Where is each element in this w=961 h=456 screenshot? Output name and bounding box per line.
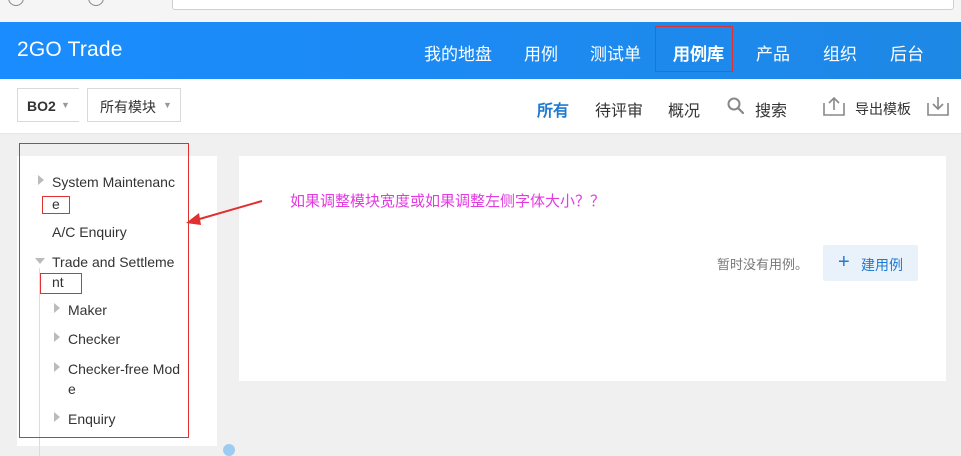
chevron-down-icon: ▼	[163, 100, 172, 110]
sub-toolbar: BO2 ▼ 所有模块 ▼ 所有 待评审 概况 搜索 导出模板	[0, 79, 961, 134]
scroll-dot-icon	[223, 444, 235, 456]
address-bar[interactable]	[172, 0, 954, 10]
filter-overview[interactable]: 概况	[668, 97, 700, 121]
annotation-text: 如果调整模块宽度或如果调整左侧字体大小？？	[290, 193, 606, 210]
annotation-box-wrap	[40, 273, 82, 294]
create-case-label: 建用例	[861, 257, 903, 273]
annotation-box-wrap	[42, 196, 70, 214]
nav-cases[interactable]: 用例	[524, 40, 558, 65]
download-icon[interactable]	[927, 96, 949, 116]
create-case-button[interactable]: + 建用例	[823, 245, 918, 281]
plus-icon: +	[838, 251, 850, 273]
chevron-down-icon: ▼	[61, 100, 70, 110]
nav-my-dashboard[interactable]: 我的地盘	[424, 40, 492, 65]
nav-product[interactable]: 产品	[756, 40, 790, 65]
brand-logo[interactable]: 2GO Trade	[17, 38, 123, 62]
module-selector[interactable]: 所有模块 ▼	[87, 88, 181, 122]
export-icon[interactable]	[823, 96, 845, 116]
library-selector[interactable]: BO2 ▼	[17, 88, 79, 122]
top-navbar: 2GO Trade 我的地盘 用例 测试单 用例库 产品 组织 后台	[0, 22, 961, 79]
filter-all[interactable]: 所有	[537, 97, 569, 121]
library-name: BO2	[27, 98, 56, 114]
refresh-icon[interactable]	[88, 0, 104, 6]
empty-state-text: 暂时没有用例。	[717, 257, 809, 272]
filter-review[interactable]: 待评审	[595, 97, 643, 121]
nav-testtask[interactable]: 测试单	[590, 40, 641, 65]
browser-toolbar	[0, 0, 961, 23]
export-template-link[interactable]: 导出模板	[855, 99, 911, 119]
search-link[interactable]: 搜索	[755, 97, 787, 121]
nav-company[interactable]: 组织	[823, 40, 857, 65]
nav-highlight-box	[655, 26, 733, 72]
nav-admin[interactable]: 后台	[890, 40, 924, 65]
back-icon[interactable]	[8, 0, 24, 6]
search-icon[interactable]	[727, 97, 745, 115]
module-name: 所有模块	[100, 99, 156, 115]
